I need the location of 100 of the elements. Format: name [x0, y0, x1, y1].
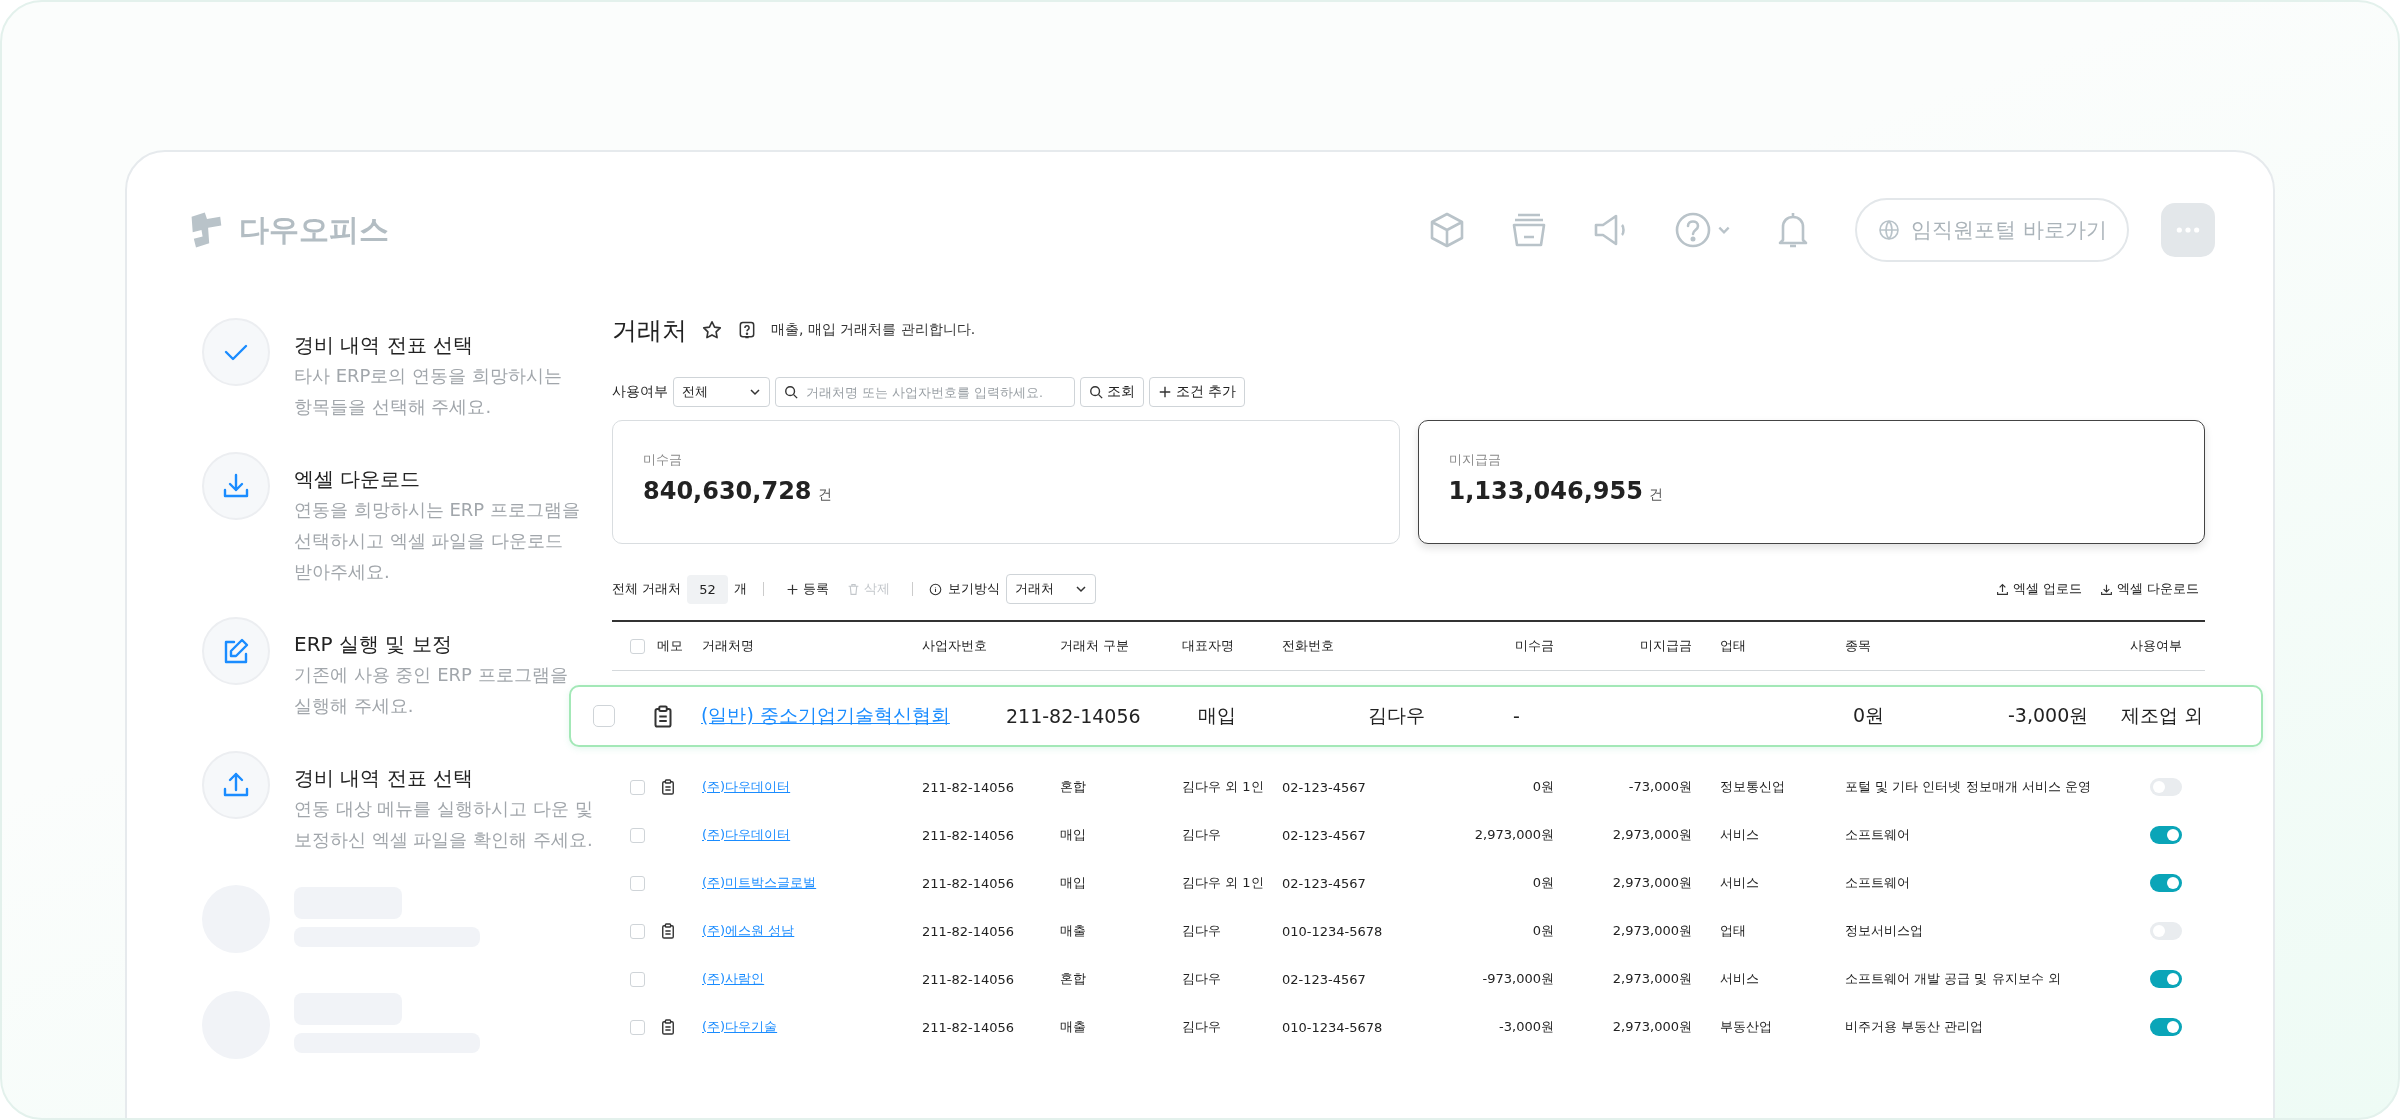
column-header: 미지급금 [1639, 637, 1692, 655]
payable-amount: 2,973,000원 [1611, 874, 1692, 892]
search-button[interactable]: 조회 [1080, 377, 1144, 407]
status-select[interactable]: 전체 [673, 377, 770, 407]
partner-type: 매입 [1060, 826, 1087, 844]
column-header: 메모 [657, 637, 684, 655]
receivable-amount: 0원 [1531, 778, 1554, 796]
partner-type: 매출 [1060, 1018, 1087, 1036]
step-description: 연동을 희망하시는 ERP 프로그램을 선택하시고 엑셀 파일을 다운로드 받아주세요. [294, 498, 580, 584]
table-cell-text: -3,000원 [2008, 703, 2090, 728]
info-icon [928, 582, 942, 596]
clipboard-icon[interactable] [661, 923, 675, 939]
more-button[interactable] [2161, 203, 2215, 257]
clipboard-icon[interactable] [653, 704, 673, 728]
chevron-icon [1074, 583, 1087, 595]
summary-label: 미수금 [643, 451, 683, 469]
row-checkbox[interactable] [630, 971, 645, 987]
search-icon [1089, 385, 1103, 399]
partner-type: 매출 [1060, 922, 1087, 940]
business-type: 서비스 [1719, 826, 1760, 844]
phone-number: 010-1234-5678 [1282, 1019, 1384, 1035]
add-button[interactable]: 등록 [779, 580, 835, 598]
business-item: 소프트웨어 개발 공급 및 유지보수 외 [1845, 970, 2062, 988]
plus-icon [785, 582, 799, 596]
row-checkbox[interactable] [593, 705, 615, 727]
table-cell-text: 0원 [1853, 703, 1886, 728]
logo-text: 다우오피스 [239, 210, 389, 249]
clipboard-icon[interactable] [661, 779, 675, 795]
chevron-icon [749, 386, 761, 398]
globe-icon [1877, 218, 1902, 242]
count-unit: 개 [733, 580, 747, 598]
plus-icon [1158, 385, 1172, 399]
usage-toggle[interactable] [2150, 874, 2182, 892]
partner-type: 혼합 [1060, 970, 1087, 988]
business-number: 211-82-14056 [922, 779, 1016, 795]
receivable-amount: -3,000원 [1498, 1018, 1554, 1036]
row-checkbox[interactable] [630, 875, 645, 891]
row-checkbox[interactable] [630, 923, 645, 939]
excel-upload-button[interactable]: 엑셀 업로드 [1989, 580, 2088, 598]
help-menu[interactable] [1673, 210, 1732, 250]
representative-name: 김다우 [1182, 1018, 1222, 1036]
column-header: 사용여부 [2129, 637, 2182, 655]
summary-card[interactable]: 미수금 840,630,728 건 [612, 420, 1400, 544]
phone-number: 010-1234-5678 [1282, 923, 1384, 939]
step-title: 엑셀 다운로드 [294, 466, 422, 493]
select-all-checkbox[interactable] [630, 638, 645, 654]
partner-name-link[interactable]: (주)에스원 성남 [702, 923, 795, 938]
column-header: 미수금 [1514, 637, 1554, 655]
partner-name-link[interactable]: (주)다우기술 [702, 1019, 778, 1034]
partner-type: 혼합 [1060, 778, 1087, 796]
summary-unit: 건 [817, 486, 832, 504]
clipboard-icon[interactable] [661, 1019, 675, 1035]
receivable-amount: -973,000원 [1481, 970, 1554, 988]
business-type: 서비스 [1719, 970, 1760, 988]
business-item: 비주거용 부동산 관리업 [1845, 1018, 1985, 1036]
column-header: 거래처 구분 [1060, 637, 1131, 655]
phone-number: 02-123-4567 [1282, 827, 1367, 843]
phone-number: 02-123-4567 [1282, 971, 1367, 987]
total-count: 52 [687, 574, 728, 604]
filter-label: 사용여부 [612, 383, 668, 401]
page-title: 거래처 [612, 314, 687, 347]
total-label: 전체 거래처 [612, 580, 682, 598]
summary-unit: 건 [1648, 486, 1663, 504]
summary-label: 미지급금 [1448, 451, 1502, 469]
table-cell-text: 김다우 [1368, 703, 1426, 728]
page-description: 매출, 매입 거래처를 관리합니다. [771, 321, 976, 339]
column-header: 대표자명 [1182, 637, 1235, 655]
more-icon [2175, 226, 2201, 234]
step-description: 연동 대상 메뉴를 실행하시고 다운 및 보정하신 엑셀 파일을 확인해 주세요. [294, 797, 593, 852]
excel-download-button[interactable]: 엑셀 다운로드 [2093, 580, 2205, 598]
column-header: 전화번호 [1282, 637, 1335, 655]
row-checkbox[interactable] [630, 1019, 645, 1035]
summary-value: 1,133,046,955 [1448, 477, 1643, 505]
receivable-amount: 2,973,000원 [1473, 826, 1554, 844]
partner-name-link[interactable]: (주)다우데이터 [702, 827, 791, 842]
step-title: 경비 내역 전표 선택 [294, 765, 475, 792]
search-field[interactable]: 거래처명 또는 사업자번호를 입력하세요. [775, 377, 1075, 407]
usage-toggle[interactable] [2150, 970, 2182, 988]
dragged-row[interactable]: (일반) 중소기업기술혁신협회 211-82-14056 매입 김다우 - 0원 -3,000원 제조업 외 [569, 685, 2263, 747]
view-mode-select[interactable]: 거래처 [1005, 574, 1096, 604]
upload-icon [1995, 582, 2009, 596]
business-item: 소프트웨어 [1845, 874, 1911, 892]
receivable-amount: 0원 [1531, 922, 1554, 940]
column-header: 거래처명 [702, 637, 755, 655]
help-icon[interactable] [737, 320, 757, 340]
partner-name-link[interactable]: (주)미트박스글로벌 [702, 875, 817, 890]
partner-name-link[interactable]: (주)사람인 [702, 971, 765, 986]
usage-toggle[interactable] [2150, 1018, 2182, 1036]
business-item: 소프트웨어 [1845, 826, 1911, 844]
partner-name-link[interactable]: (주)다우데이터 [702, 779, 791, 794]
star-icon[interactable] [701, 319, 723, 341]
row-checkbox[interactable] [630, 827, 645, 843]
usage-toggle[interactable] [2150, 826, 2182, 844]
add-condition-button[interactable]: 조건 추가 [1149, 377, 1246, 407]
summary-card[interactable]: 미지급금 1,133,046,955 건 [1417, 420, 2205, 544]
phone-number: 02-123-4567 [1282, 875, 1367, 891]
download-icon [2099, 582, 2113, 596]
row-checkbox[interactable] [630, 779, 645, 795]
column-header: 사업자번호 [922, 637, 988, 655]
partner-type: 매입 [1060, 874, 1087, 892]
